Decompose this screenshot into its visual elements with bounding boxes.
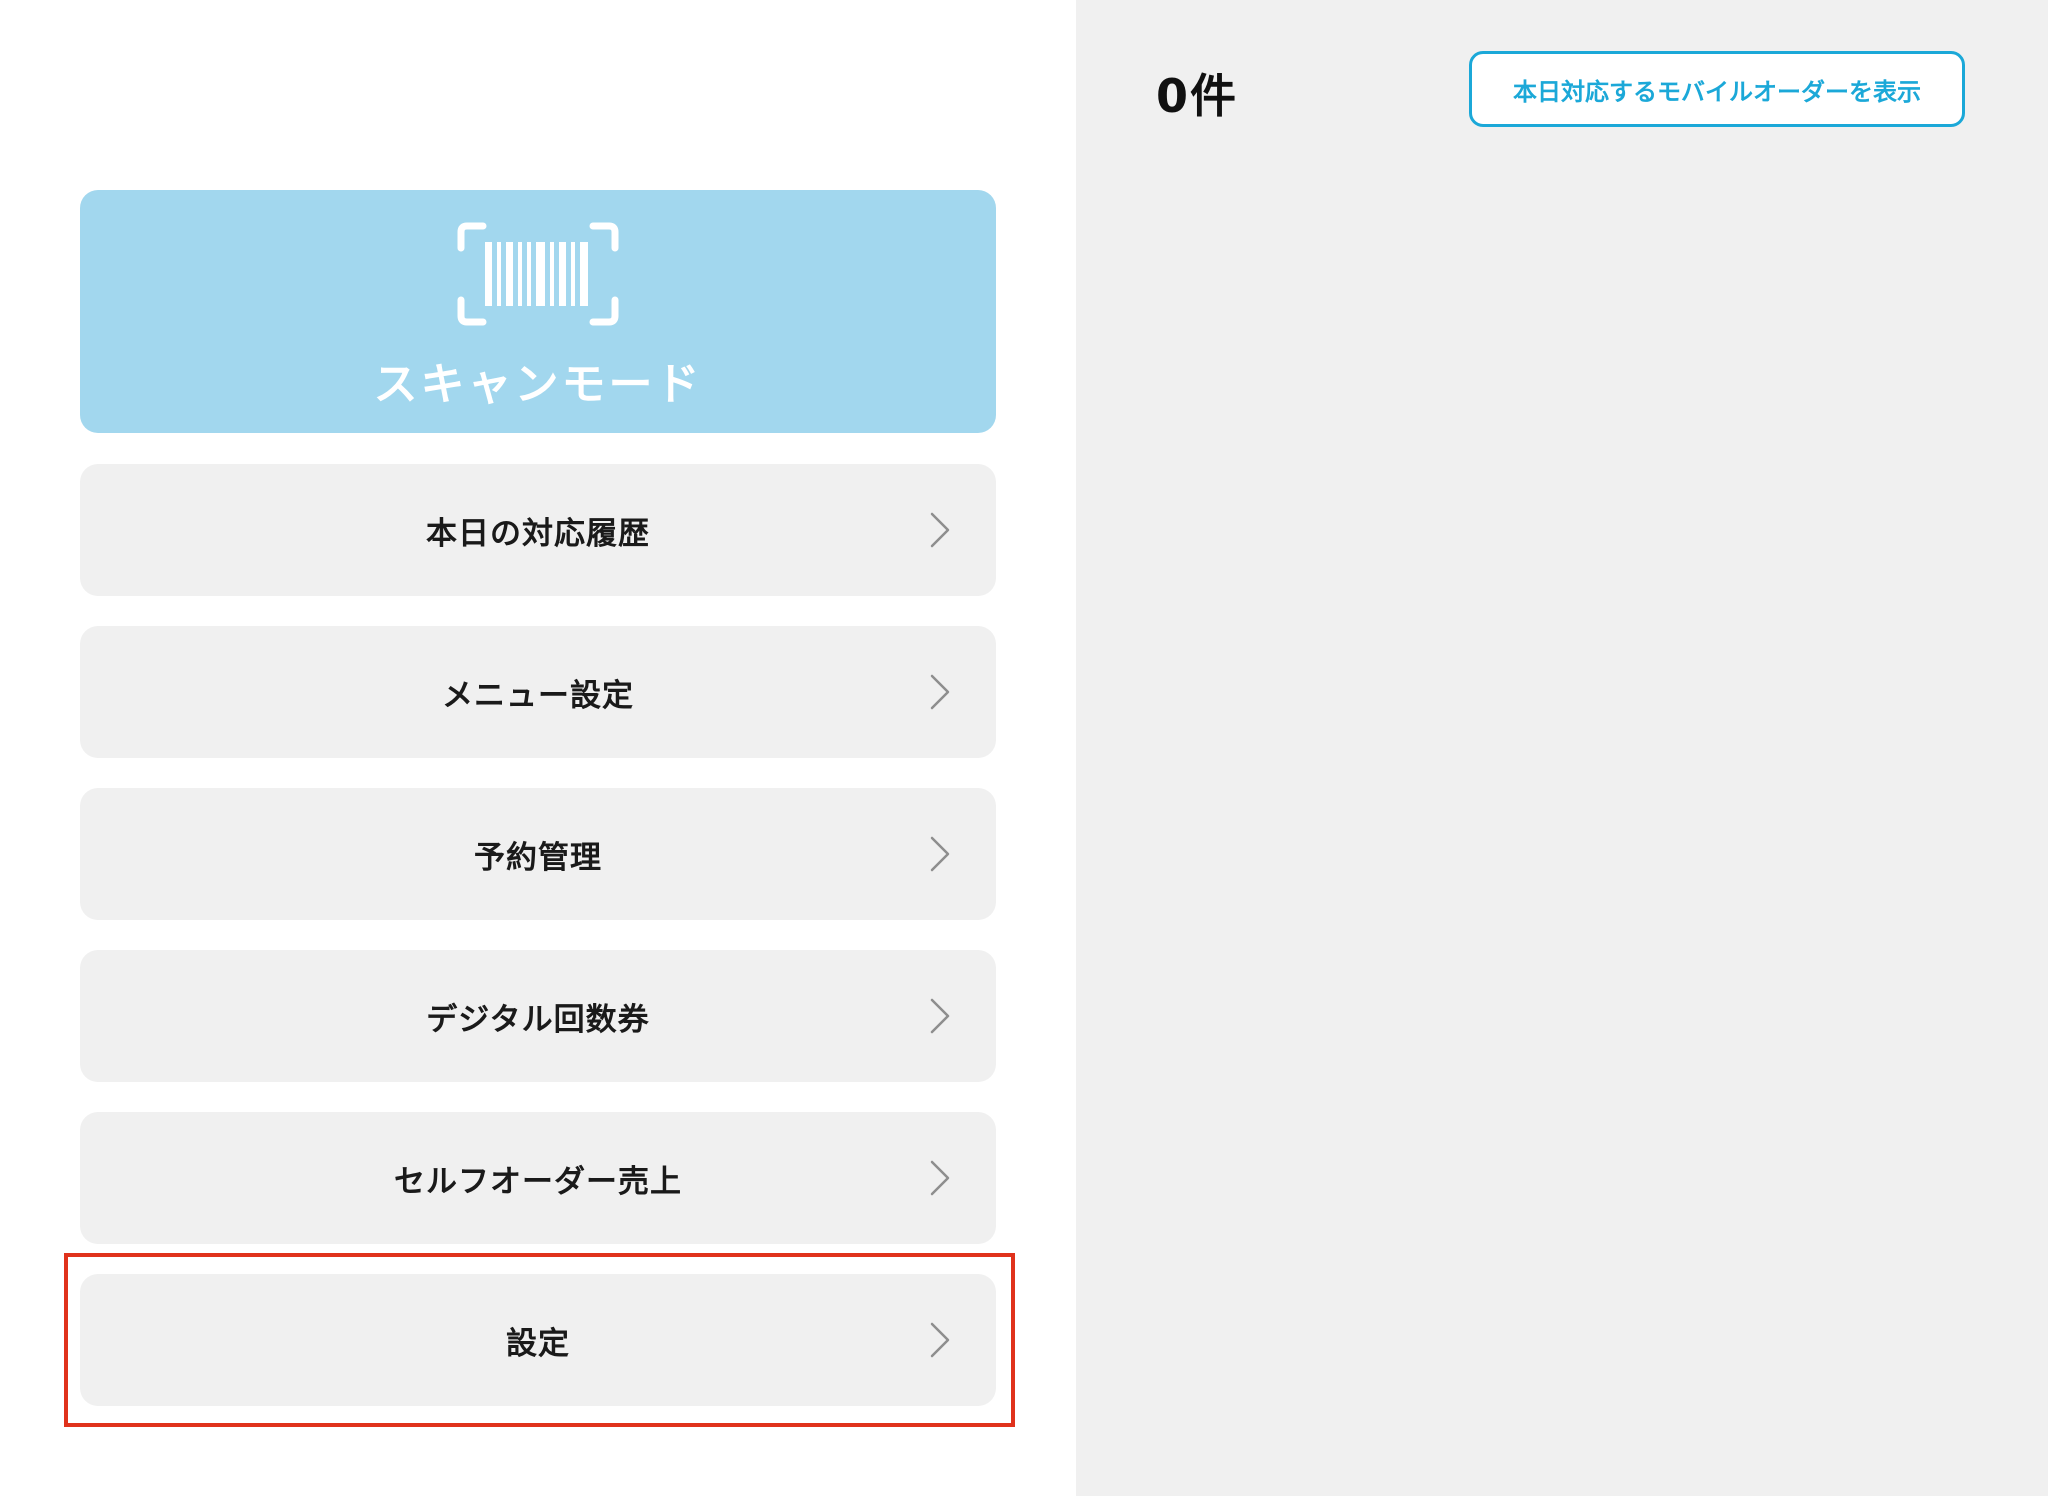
chevron-right-icon xyxy=(930,836,950,872)
order-count: 0件 xyxy=(1156,69,1239,123)
menu-item-label: 本日の対応履歴 xyxy=(426,515,650,552)
chevron-right-icon xyxy=(930,998,950,1034)
show-mobile-orders-button[interactable]: 本日対応するモバイルオーダーを表示 xyxy=(1469,51,1965,127)
scan-mode-label: スキャンモード xyxy=(373,359,703,410)
menu-item-reservations[interactable]: 予約管理 xyxy=(80,788,996,920)
menu-panel: スキャンモード 本日の対応履歴 メニュー設定 予約管理 デジタル回数券 セルフオ… xyxy=(0,0,1076,1496)
menu-item-label: デジタル回数券 xyxy=(426,1001,650,1038)
menu-item-self-order-sales[interactable]: セルフオーダー売上 xyxy=(80,1112,996,1244)
barcode-scan-icon xyxy=(457,222,619,326)
menu-item-today-history[interactable]: 本日の対応履歴 xyxy=(80,464,996,596)
chevron-right-icon xyxy=(930,512,950,548)
order-panel xyxy=(1076,0,2048,1496)
chevron-right-icon xyxy=(930,674,950,710)
menu-item-menu-settings[interactable]: メニュー設定 xyxy=(80,626,996,758)
chevron-right-icon xyxy=(930,1160,950,1196)
menu-item-digital-tickets[interactable]: デジタル回数券 xyxy=(80,950,996,1082)
scan-mode-button[interactable]: スキャンモード xyxy=(80,190,996,433)
menu-item-label: メニュー設定 xyxy=(442,677,634,714)
menu-item-label: 予約管理 xyxy=(474,839,602,876)
settings-highlight-frame xyxy=(64,1253,1015,1427)
menu-item-label: セルフオーダー売上 xyxy=(394,1163,682,1200)
